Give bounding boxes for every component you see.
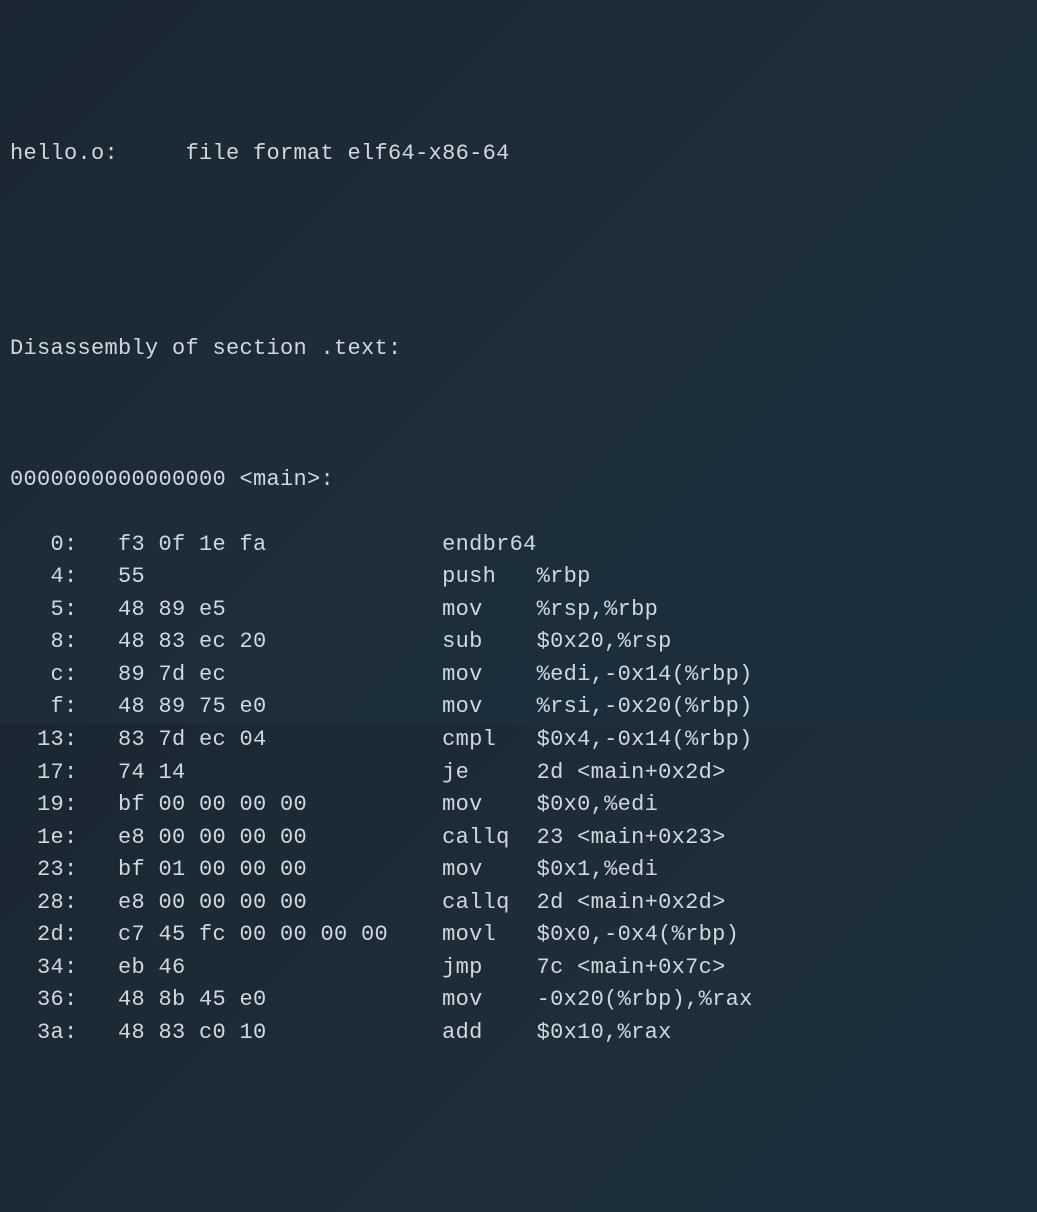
disassembly-line: 23: bf 01 00 00 00 mov $0x1,%edi	[10, 854, 1027, 887]
file-header-line: hello.o: file format elf64-x86-64	[10, 138, 1027, 171]
disassembly-line: 19: bf 00 00 00 00 mov $0x0,%edi	[10, 789, 1027, 822]
symbol-header-line: 0000000000000000 <main>:	[10, 464, 1027, 497]
disassembly-line: f: 48 89 75 e0 mov %rsi,-0x20(%rbp)	[10, 691, 1027, 724]
disassembly-line: 4: 55 push %rbp	[10, 561, 1027, 594]
disassembly-line: 17: 74 14 je 2d <main+0x2d>	[10, 757, 1027, 790]
disassembly-line: c: 89 7d ec mov %edi,-0x14(%rbp)	[10, 659, 1027, 692]
disassembly-line: 36: 48 8b 45 e0 mov -0x20(%rbp),%rax	[10, 984, 1027, 1017]
blank-line	[10, 268, 1027, 301]
blank-line	[10, 399, 1027, 432]
section-header-line: Disassembly of section .text:	[10, 333, 1027, 366]
disassembly-line: 2d: c7 45 fc 00 00 00 00 movl $0x0,-0x4(…	[10, 919, 1027, 952]
disassembly-listing: 0: f3 0f 1e fa endbr64 4: 55 push %rbp 5…	[10, 529, 1027, 1050]
disassembly-line: 8: 48 83 ec 20 sub $0x20,%rsp	[10, 626, 1027, 659]
disassembly-line: 1e: e8 00 00 00 00 callq 23 <main+0x23>	[10, 822, 1027, 855]
disassembly-line: 0: f3 0f 1e fa endbr64	[10, 529, 1027, 562]
disassembly-line: 5: 48 89 e5 mov %rsp,%rbp	[10, 594, 1027, 627]
disassembly-line: 13: 83 7d ec 04 cmpl $0x4,-0x14(%rbp)	[10, 724, 1027, 757]
disassembly-line: 28: e8 00 00 00 00 callq 2d <main+0x2d>	[10, 887, 1027, 920]
disassembly-line: 3a: 48 83 c0 10 add $0x10,%rax	[10, 1017, 1027, 1050]
disassembly-line: 34: eb 46 jmp 7c <main+0x7c>	[10, 952, 1027, 985]
blank-line	[10, 203, 1027, 236]
